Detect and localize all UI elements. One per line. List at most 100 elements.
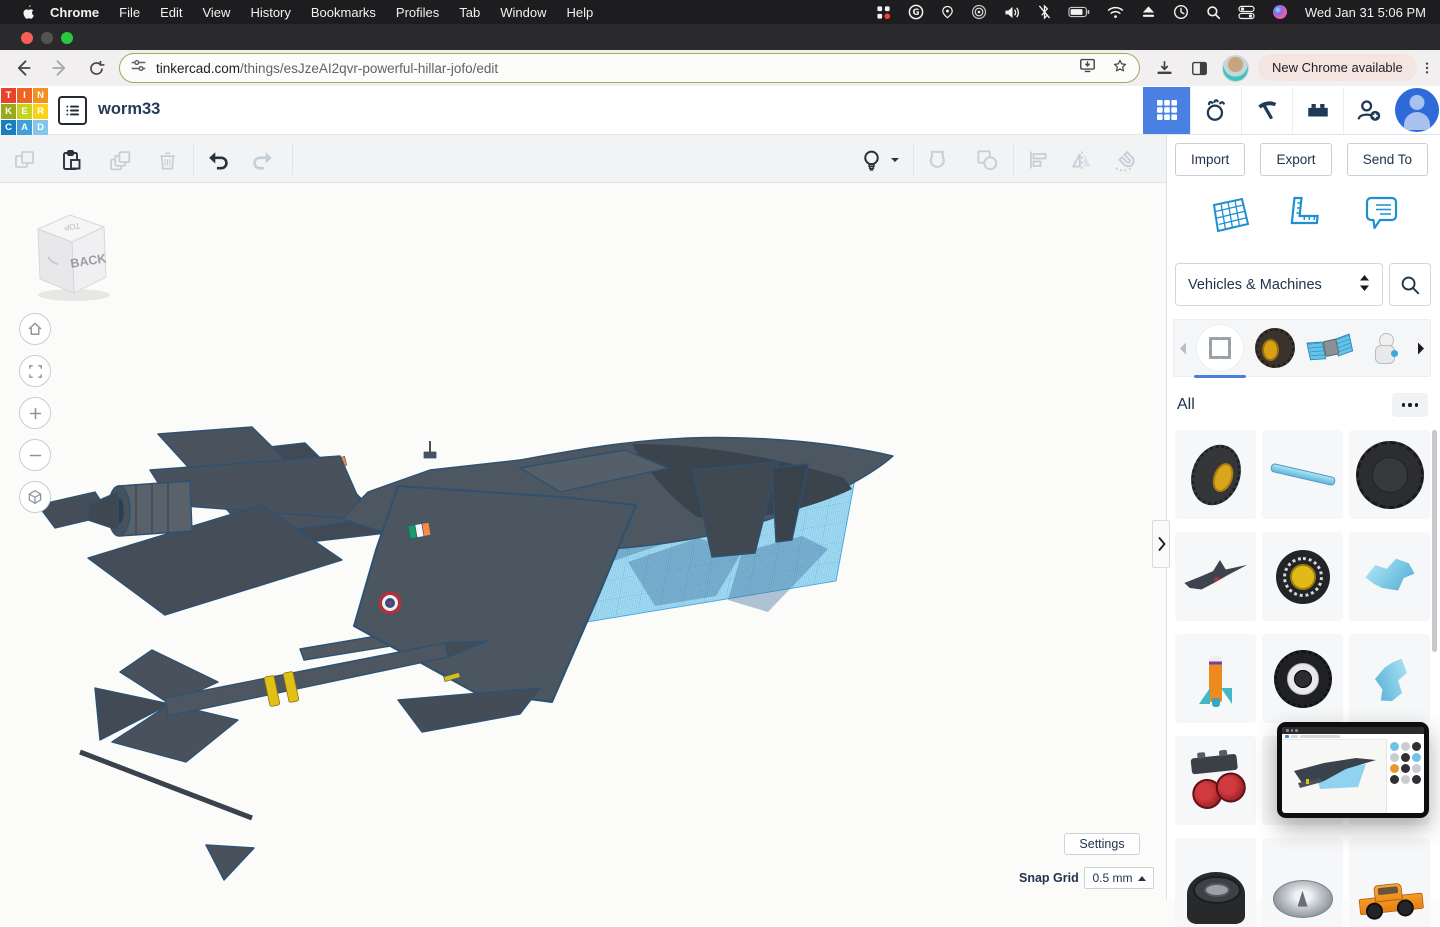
forward-button[interactable] [47, 55, 73, 81]
notes-tool-icon[interactable] [1360, 193, 1402, 242]
copy-icon[interactable] [12, 147, 38, 173]
duplicate-icon[interactable] [107, 147, 133, 173]
design-title[interactable]: worm33 [98, 100, 160, 119]
category-satellite[interactable] [1307, 325, 1353, 371]
import-button[interactable]: Import [1175, 143, 1245, 176]
lightbulb-dropdown-icon[interactable] [888, 147, 902, 173]
chrome-update-button[interactable]: New Chrome available [1258, 54, 1417, 81]
section-options-icon[interactable] [1392, 393, 1428, 417]
account-avatar[interactable] [1395, 88, 1439, 132]
jet-model[interactable] [38, 427, 893, 880]
tinkercad-logo[interactable]: TIN KER CAD [0, 87, 49, 134]
side-panel-icon[interactable] [1186, 55, 1212, 81]
app-grid-icon[interactable] [876, 5, 891, 20]
part-caster-wheel[interactable] [1175, 736, 1256, 825]
menu-view[interactable]: View [192, 5, 240, 20]
paste-icon[interactable] [58, 147, 84, 173]
zoom-in-button[interactable] [19, 397, 51, 429]
lightbulb-icon[interactable] [858, 147, 884, 173]
perspective-toggle-button[interactable] [19, 481, 51, 513]
bookmark-star-icon[interactable] [1111, 57, 1129, 80]
sim-lab-icon[interactable] [1190, 87, 1241, 134]
part-whitewall-tire[interactable] [1262, 634, 1343, 723]
3d-viewport[interactable] [0, 183, 1166, 900]
category-astronaut[interactable] [1362, 325, 1408, 371]
workplane-tool-icon[interactable] [1206, 193, 1252, 242]
battery-icon[interactable] [1068, 6, 1090, 18]
settings-button[interactable]: Settings [1064, 833, 1140, 855]
downloads-icon[interactable] [1151, 55, 1177, 81]
category-knobby-tire[interactable] [1252, 325, 1298, 371]
brick-export-icon[interactable] [1292, 87, 1343, 134]
browser-menu-icon[interactable] [1414, 55, 1440, 81]
menu-bookmarks[interactable]: Bookmarks [301, 5, 386, 20]
magnet-snap-icon[interactable] [1111, 147, 1137, 173]
menu-file[interactable]: File [109, 5, 150, 20]
site-settings-icon[interactable] [130, 57, 147, 79]
network-scan-icon[interactable] [971, 4, 987, 20]
align-icon[interactable] [1025, 147, 1051, 173]
part-rocket[interactable] [1175, 634, 1256, 723]
home-view-button[interactable] [19, 313, 51, 345]
g-circle-icon[interactable]: G [908, 4, 924, 20]
bluetooth-off-icon[interactable] [1038, 4, 1051, 20]
search-shapes-button[interactable] [1389, 263, 1431, 306]
ruler-tool-icon[interactable] [1285, 193, 1327, 242]
apple-menu-icon[interactable] [14, 4, 40, 21]
sidebar-scrollbar[interactable] [1432, 430, 1437, 652]
close-window-button[interactable] [21, 32, 33, 44]
reload-button[interactable] [83, 55, 109, 81]
part-knobby-tire[interactable] [1175, 430, 1256, 519]
part-jet[interactable] [1175, 532, 1256, 621]
menu-edit[interactable]: Edit [150, 5, 192, 20]
browser-profile-avatar[interactable] [1222, 55, 1249, 82]
redo-icon[interactable] [250, 147, 276, 173]
eject-icon[interactable] [1141, 5, 1156, 19]
shape-category-dropdown[interactable]: Vehicles & Machines [1175, 263, 1383, 306]
part-hubcap[interactable] [1262, 838, 1343, 927]
carousel-next-icon[interactable] [1412, 342, 1430, 355]
design-menu-icon[interactable] [58, 96, 87, 125]
part-mech-part[interactable] [1349, 532, 1430, 621]
menu-tab[interactable]: Tab [449, 5, 490, 20]
location-icon[interactable] [941, 4, 954, 20]
minecraft-pickaxe-icon[interactable] [1241, 87, 1292, 134]
spotlight-icon[interactable] [1206, 5, 1221, 20]
menu-window[interactable]: Window [490, 5, 556, 20]
part-mech-part-2[interactable] [1349, 634, 1430, 723]
time-machine-icon[interactable] [1173, 4, 1189, 20]
url-bar[interactable]: tinkercad.com/things/esJzeAI2qvr-powerfu… [119, 53, 1140, 83]
category-all[interactable] [1197, 325, 1243, 371]
blocks-view-button[interactable] [1143, 87, 1190, 134]
control-center-icon[interactable] [1238, 5, 1255, 20]
group-icon[interactable] [927, 147, 953, 173]
panel-collapse-handle[interactable] [1152, 520, 1170, 568]
send-to-button[interactable]: Send To [1347, 143, 1428, 176]
part-axle[interactable] [1262, 430, 1343, 519]
menubar-clock[interactable]: Wed Jan 31 5:06 PM [1305, 5, 1426, 20]
part-race-wheel[interactable] [1262, 532, 1343, 621]
export-button[interactable]: Export [1260, 143, 1331, 176]
menu-help[interactable]: Help [557, 5, 604, 20]
url-text[interactable]: tinkercad.com/things/esJzeAI2qvr-powerfu… [156, 61, 1078, 76]
zoom-out-button[interactable] [19, 439, 51, 471]
volume-icon[interactable] [1004, 5, 1021, 20]
snap-grid-dropdown[interactable]: 0.5 mm [1084, 867, 1154, 889]
carousel-prev-icon[interactable] [1174, 342, 1192, 355]
screenshot-preview[interactable] [1277, 722, 1429, 818]
siri-icon[interactable] [1272, 4, 1288, 20]
menubar-app-name[interactable]: Chrome [40, 5, 109, 20]
view-cube[interactable]: TOP BACK [18, 205, 128, 305]
install-app-icon[interactable] [1078, 56, 1097, 80]
zoom-window-button[interactable] [61, 32, 73, 44]
invite-collaborator-icon[interactable] [1343, 87, 1394, 134]
undo-icon[interactable] [205, 147, 231, 173]
delete-icon[interactable] [154, 147, 180, 173]
part-big-tire[interactable] [1349, 430, 1430, 519]
menu-profiles[interactable]: Profiles [386, 5, 449, 20]
part-drum-wheel[interactable] [1175, 838, 1256, 927]
menu-history[interactable]: History [240, 5, 300, 20]
minimize-window-button[interactable] [41, 32, 53, 44]
fit-view-button[interactable] [19, 355, 51, 387]
ungroup-icon[interactable] [974, 147, 1000, 173]
